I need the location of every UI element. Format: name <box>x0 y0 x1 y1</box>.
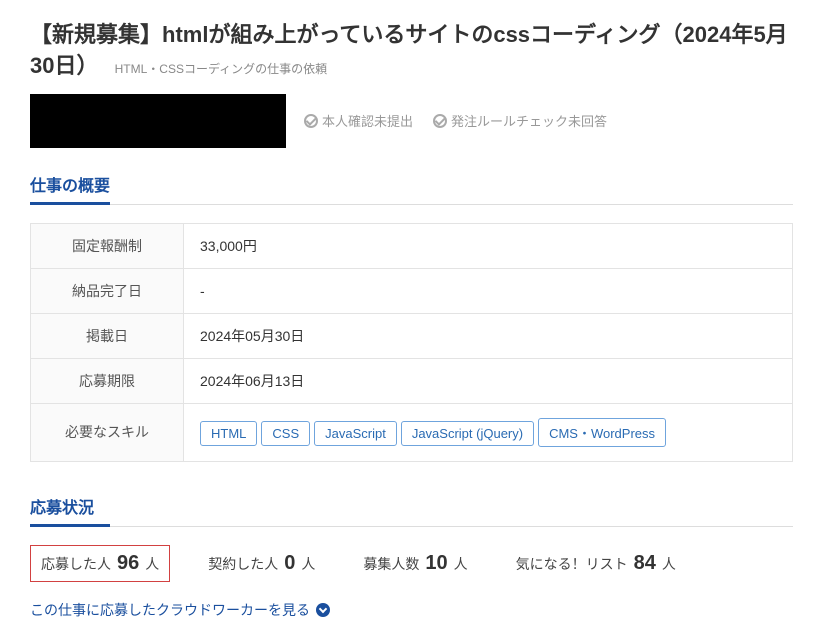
stats-row: 応募した人 96 人 契約した人 0 人 募集人数 10 人 気になる！リスト … <box>30 545 793 582</box>
client-redacted-block <box>30 94 286 148</box>
status-row: 本人確認未提出 発注ルールチェック未回答 <box>304 111 607 130</box>
section-overview-title: 仕事の概要 <box>30 172 793 205</box>
skill-tag[interactable]: HTML <box>200 421 257 446</box>
chevron-down-icon <box>316 603 330 617</box>
skills-cell: HTMLCSSJavaScriptJavaScript (jQuery)CMS・… <box>184 403 793 461</box>
client-row: 本人確認未提出 発注ルールチェック未回答 <box>30 94 793 148</box>
skill-tag[interactable]: JavaScript <box>314 421 397 446</box>
check-icon <box>433 114 447 128</box>
delivery-label: 納品完了日 <box>31 268 184 313</box>
payment-value: 33,000円 <box>184 223 793 268</box>
stat-contracted: 契約した人 0 人 <box>198 546 325 581</box>
skill-tag[interactable]: JavaScript (jQuery) <box>401 421 534 446</box>
rulecheck-status: 発注ルールチェック未回答 <box>433 111 607 130</box>
posted-value: 2024年05月30日 <box>184 313 793 358</box>
check-icon <box>304 114 318 128</box>
view-applicants-link[interactable]: この仕事に応募したクラウドワーカーを見る <box>30 600 330 620</box>
stat-applied: 応募した人 96 人 <box>30 545 170 582</box>
deadline-label: 応募期限 <box>31 358 184 403</box>
stat-slots: 募集人数 10 人 <box>353 546 477 581</box>
skill-tag[interactable]: CMS・WordPress <box>538 418 666 447</box>
page-title: 【新規募集】htmlが組み上がっているサイトのcssコーディング（2024年5月… <box>30 20 793 82</box>
skills-label: 必要なスキル <box>31 403 184 461</box>
identity-status: 本人確認未提出 <box>304 111 413 130</box>
section-application-title: 応募状況 <box>30 494 793 527</box>
stat-favorites: 気になる！リスト 84 人 <box>506 546 686 581</box>
deadline-value: 2024年06月13日 <box>184 358 793 403</box>
payment-type-label: 固定報酬制 <box>31 223 184 268</box>
delivery-value: - <box>184 268 793 313</box>
skill-tag[interactable]: CSS <box>261 421 310 446</box>
subtitle-text: HTML・CSSコーディングの仕事の依頼 <box>115 62 328 76</box>
overview-table: 固定報酬制 33,000円 納品完了日 - 掲載日 2024年05月30日 応募… <box>30 223 793 462</box>
posted-label: 掲載日 <box>31 313 184 358</box>
